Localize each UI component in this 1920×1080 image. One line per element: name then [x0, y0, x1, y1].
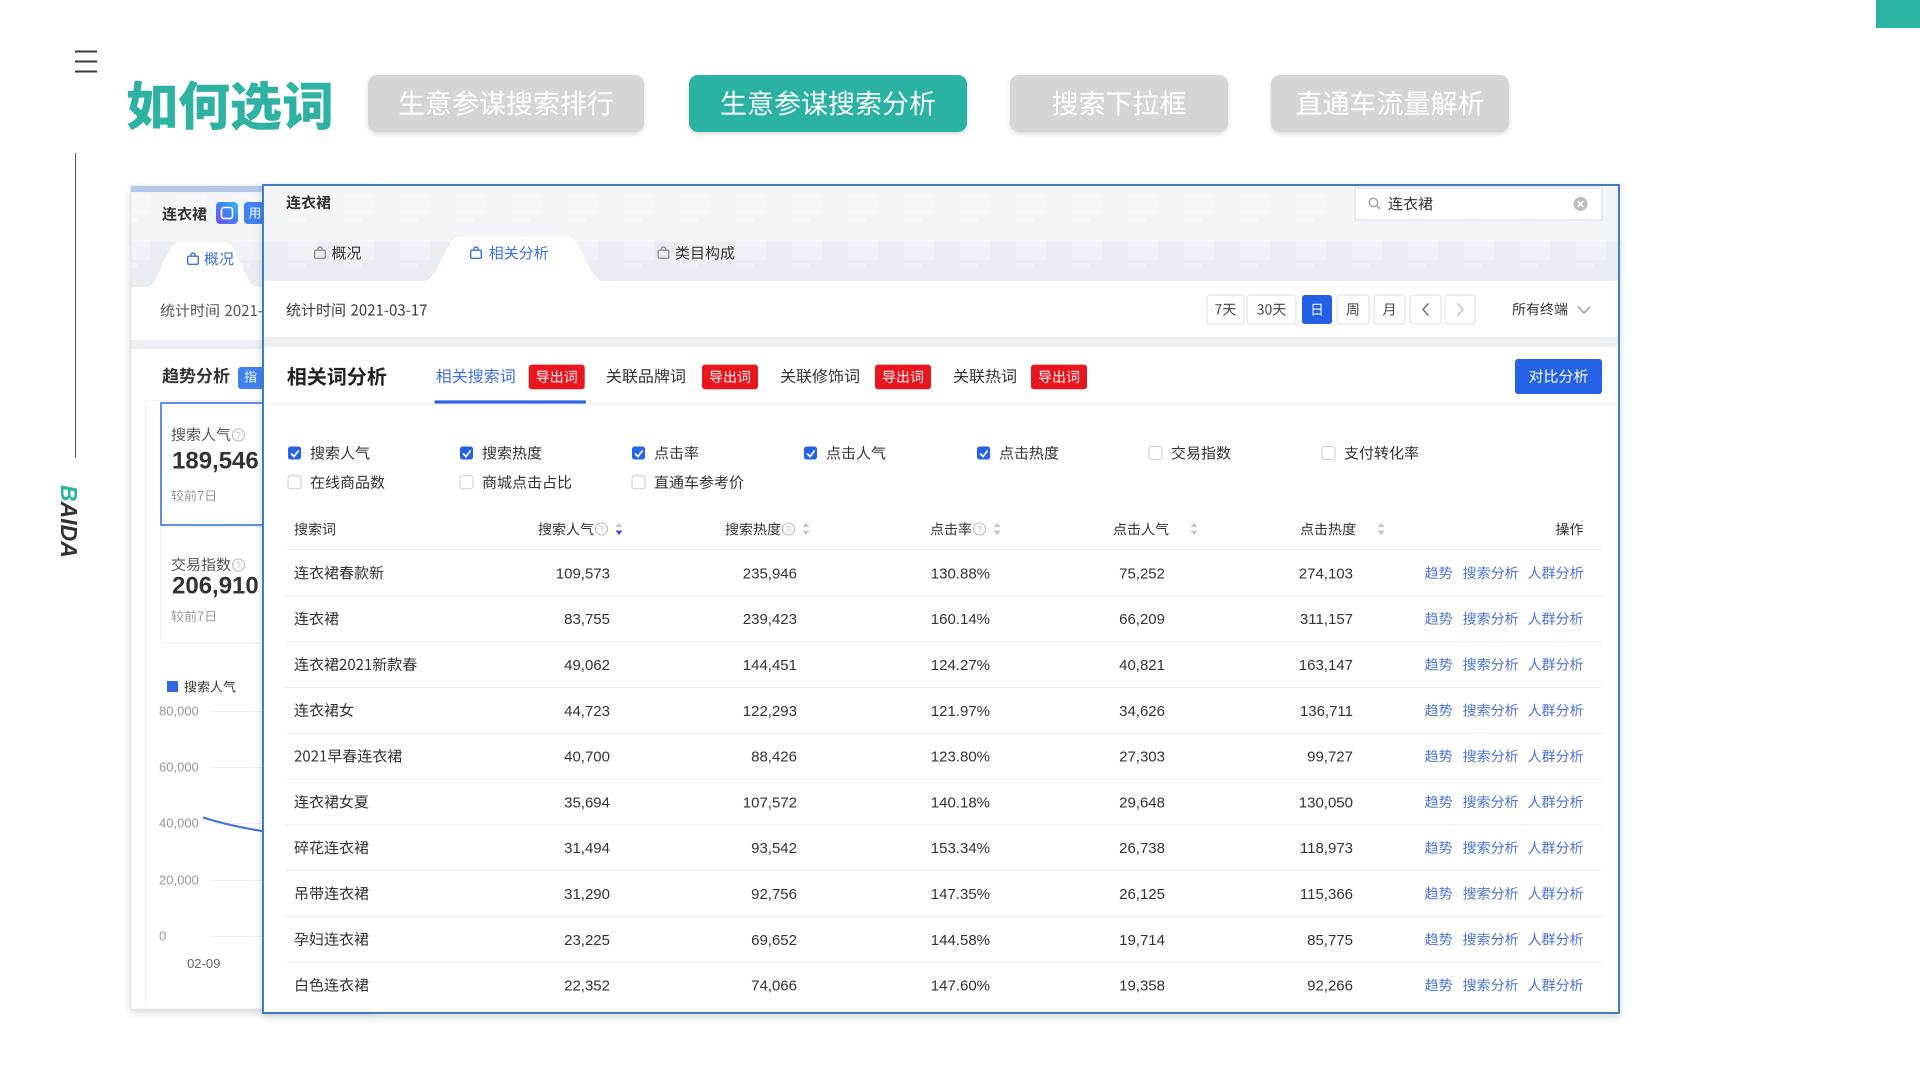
- svg-text:31,290: 31,290: [564, 886, 610, 903]
- svg-text:311,157: 311,157: [1300, 611, 1353, 628]
- svg-text:239,423: 239,423: [743, 611, 797, 628]
- svg-text:44,723: 44,723: [564, 703, 610, 720]
- svg-text:153.34%: 153.34%: [931, 840, 990, 857]
- svg-text:26,125: 26,125: [1119, 886, 1165, 903]
- svg-text:80,000: 80,000: [159, 704, 199, 719]
- svg-text:147.60%: 147.60%: [931, 978, 990, 995]
- svg-text:23,225: 23,225: [564, 932, 610, 949]
- svg-text:69,652: 69,652: [751, 932, 797, 949]
- svg-text:85,775: 85,775: [1307, 932, 1353, 949]
- svg-text:75,252: 75,252: [1119, 565, 1165, 582]
- svg-text:123.80%: 123.80%: [931, 749, 990, 766]
- svg-text:83,755: 83,755: [564, 611, 610, 628]
- svg-text:0: 0: [159, 929, 166, 944]
- svg-text:22,352: 22,352: [564, 978, 610, 995]
- svg-text:107,572: 107,572: [743, 794, 797, 811]
- svg-text:31,494: 31,494: [564, 840, 610, 857]
- svg-text:160.14%: 160.14%: [931, 611, 990, 628]
- svg-text:147.35%: 147.35%: [931, 886, 990, 903]
- svg-text:49,062: 49,062: [564, 657, 610, 674]
- svg-text:118,973: 118,973: [1300, 840, 1353, 857]
- svg-text:99,727: 99,727: [1307, 749, 1353, 766]
- svg-text:27,303: 27,303: [1119, 749, 1165, 766]
- svg-text:144.58%: 144.58%: [931, 932, 990, 949]
- svg-text:40,700: 40,700: [564, 749, 610, 766]
- svg-text:163,147: 163,147: [1299, 657, 1353, 674]
- svg-text:88,426: 88,426: [751, 749, 797, 766]
- svg-text:35,694: 35,694: [564, 794, 610, 811]
- svg-text:130,050: 130,050: [1299, 794, 1353, 811]
- svg-text:235,946: 235,946: [743, 565, 797, 582]
- svg-text:121.97%: 121.97%: [931, 703, 990, 720]
- svg-text:93,542: 93,542: [751, 840, 797, 857]
- svg-text:92,266: 92,266: [1307, 978, 1353, 995]
- svg-text:189,546: 189,546: [172, 448, 259, 475]
- svg-text:122,293: 122,293: [743, 703, 797, 720]
- svg-text:109,573: 109,573: [556, 565, 610, 582]
- svg-text:74,066: 74,066: [751, 978, 797, 995]
- svg-text:130.88%: 130.88%: [931, 565, 990, 582]
- svg-text:66,209: 66,209: [1119, 611, 1165, 628]
- svg-text:34,626: 34,626: [1119, 703, 1165, 720]
- svg-text:20,000: 20,000: [159, 873, 199, 888]
- svg-text:19,714: 19,714: [1119, 932, 1165, 949]
- svg-text:26,738: 26,738: [1119, 840, 1165, 857]
- svg-text:136,711: 136,711: [1300, 703, 1353, 720]
- svg-text:144,451: 144,451: [743, 657, 797, 674]
- svg-text:40,000: 40,000: [159, 816, 199, 831]
- svg-text:BAIDA: BAIDA: [56, 485, 82, 558]
- svg-text:124.27%: 124.27%: [931, 657, 990, 674]
- svg-text:140.18%: 140.18%: [931, 794, 990, 811]
- svg-text:29,648: 29,648: [1119, 794, 1165, 811]
- svg-text:60,000: 60,000: [159, 760, 199, 775]
- svg-text:02-09: 02-09: [187, 956, 220, 971]
- svg-text:115,366: 115,366: [1300, 886, 1353, 903]
- svg-text:274,103: 274,103: [1299, 565, 1353, 582]
- svg-text:206,910: 206,910: [172, 573, 259, 600]
- svg-text:92,756: 92,756: [751, 886, 797, 903]
- svg-text:19,358: 19,358: [1119, 978, 1165, 995]
- svg-text:40,821: 40,821: [1119, 657, 1165, 674]
